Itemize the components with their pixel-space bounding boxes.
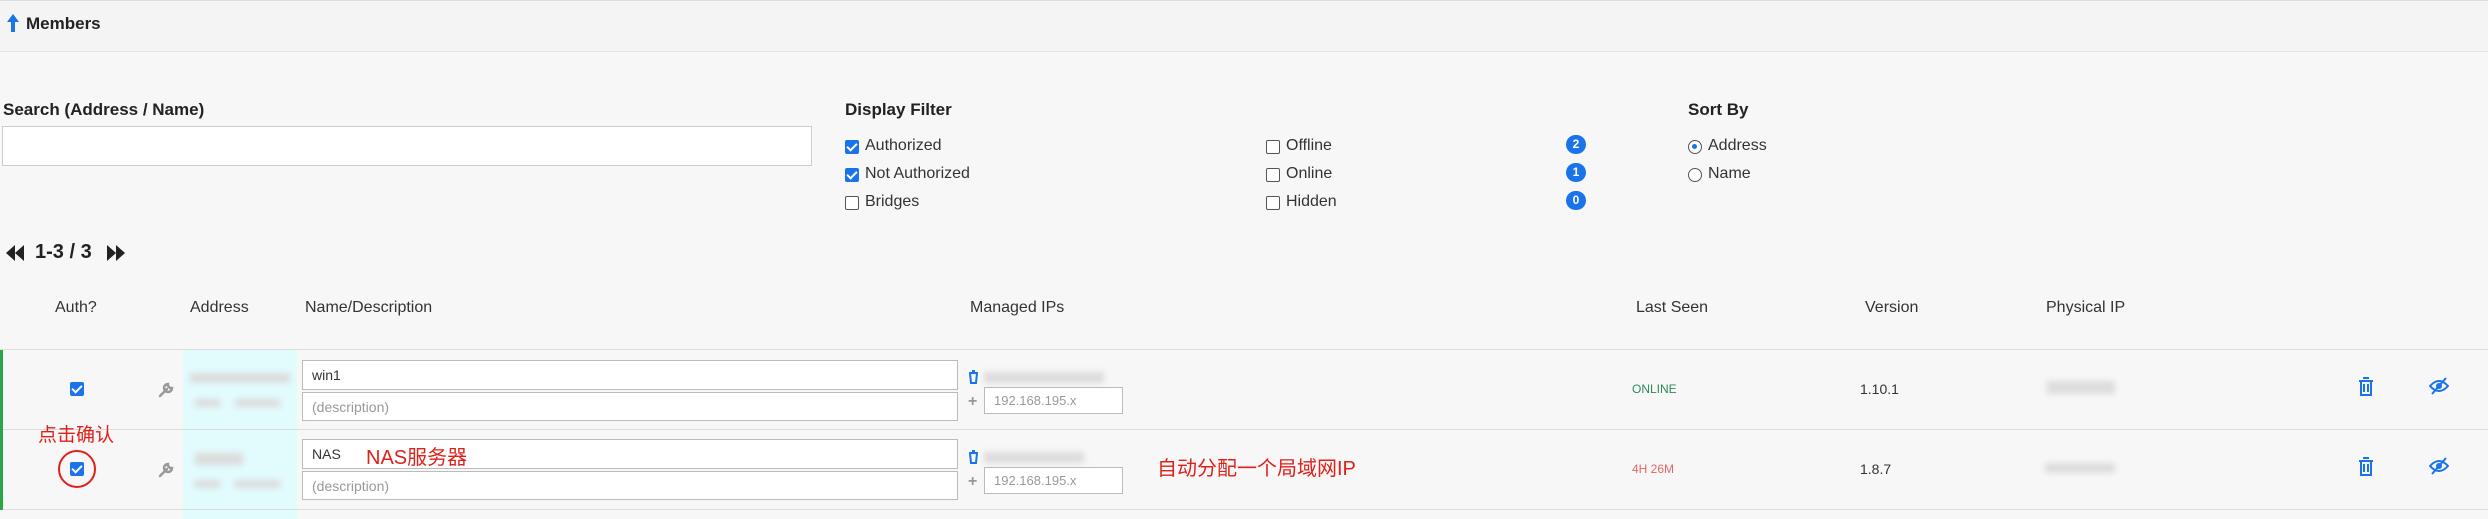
ip-assign-input[interactable]: 192.168.195.x xyxy=(984,467,1123,494)
auth-checkbox[interactable] xyxy=(70,382,84,396)
col-physical-ip: Physical IP xyxy=(2046,299,2126,316)
trash-icon[interactable] xyxy=(968,370,979,384)
hidden-checkbox[interactable] xyxy=(1266,196,1280,210)
client-version: 1.10.1 xyxy=(1860,381,1899,397)
hide-member-icon[interactable] xyxy=(2429,377,2449,395)
plus-icon[interactable]: + xyxy=(968,393,977,411)
last-page-icon[interactable] xyxy=(106,244,126,262)
delete-icon[interactable] xyxy=(2358,377,2374,397)
plus-icon[interactable]: + xyxy=(968,473,977,491)
offline-count-badge: 2 xyxy=(1566,135,1586,154)
sort-address-radio[interactable] xyxy=(1688,140,1702,154)
annotation-auto-ip: 自动分配一个局域网IP xyxy=(1157,458,1356,480)
col-version: Version xyxy=(1865,299,1919,316)
trash-icon[interactable] xyxy=(968,450,979,464)
sort-by-label: Sort By xyxy=(1688,100,1749,119)
client-version: 1.8.7 xyxy=(1860,461,1892,477)
offline-checkbox[interactable] xyxy=(1266,140,1280,154)
hidden-label: Hidden xyxy=(1286,193,1337,210)
annotation-confirm: 点击确认 xyxy=(38,425,115,446)
hide-member-icon[interactable] xyxy=(2429,457,2449,475)
annotation-circle xyxy=(58,450,96,488)
display-filter-label: Display Filter xyxy=(845,100,952,119)
physical-ip-redacted xyxy=(2045,463,2115,473)
address-redacted xyxy=(190,373,290,383)
not-authorized-label: Not Authorized xyxy=(865,165,970,182)
managed-ip-redacted xyxy=(984,372,1104,383)
online-label: Online xyxy=(1286,165,1333,182)
first-page-icon[interactable] xyxy=(5,244,25,262)
wrench-icon[interactable] xyxy=(157,381,175,399)
row-divider xyxy=(0,509,2488,510)
member-description-input[interactable]: (description) xyxy=(302,392,958,421)
col-managed-ips: Managed IPs xyxy=(970,299,1065,316)
delete-icon[interactable] xyxy=(2358,457,2374,477)
sort-name-label: Name xyxy=(1708,165,1751,182)
authorized-label: Authorized xyxy=(865,137,942,154)
sort-name-radio[interactable] xyxy=(1688,168,1702,182)
last-seen-status: ONLINE xyxy=(1632,382,1677,396)
pagination-range: 1-3 / 3 xyxy=(35,241,92,263)
authorized-checkbox[interactable] xyxy=(845,140,859,154)
col-auth: Auth? xyxy=(55,299,97,316)
bridges-checkbox[interactable] xyxy=(845,196,859,210)
online-checkbox[interactable] xyxy=(1266,168,1280,182)
managed-ip-redacted xyxy=(984,452,1084,463)
address-redacted xyxy=(195,399,220,407)
ip-assign-input[interactable]: 192.168.195.x xyxy=(984,387,1123,414)
last-seen-status: 4H 26M xyxy=(1632,462,1675,476)
address-redacted xyxy=(195,480,220,488)
address-redacted xyxy=(235,399,280,407)
online-count-badge: 1 xyxy=(1566,163,1586,182)
member-description-input[interactable]: (description) xyxy=(302,471,958,500)
search-input[interactable] xyxy=(2,126,812,166)
address-redacted xyxy=(235,480,280,488)
col-last-seen: Last Seen xyxy=(1636,299,1709,316)
members-header[interactable] xyxy=(0,0,2488,52)
sort-address-label: Address xyxy=(1708,137,1767,154)
wrench-icon[interactable] xyxy=(157,461,175,479)
not-authorized-checkbox[interactable] xyxy=(845,168,859,182)
search-label: Search (Address / Name) xyxy=(3,100,205,119)
arrow-up-icon[interactable] xyxy=(6,13,20,33)
annotation-nas-server: NAS服务器 xyxy=(366,447,468,469)
hidden-count-badge: 0 xyxy=(1566,191,1586,210)
col-address: Address xyxy=(190,299,249,316)
col-name-description: Name/Description xyxy=(305,299,433,316)
offline-label: Offline xyxy=(1286,137,1332,154)
members-title: Members xyxy=(26,14,101,33)
bridges-label: Bridges xyxy=(865,193,920,210)
physical-ip-redacted xyxy=(2047,381,2115,394)
member-name-input[interactable]: win1 xyxy=(302,360,958,390)
address-redacted xyxy=(195,453,243,465)
